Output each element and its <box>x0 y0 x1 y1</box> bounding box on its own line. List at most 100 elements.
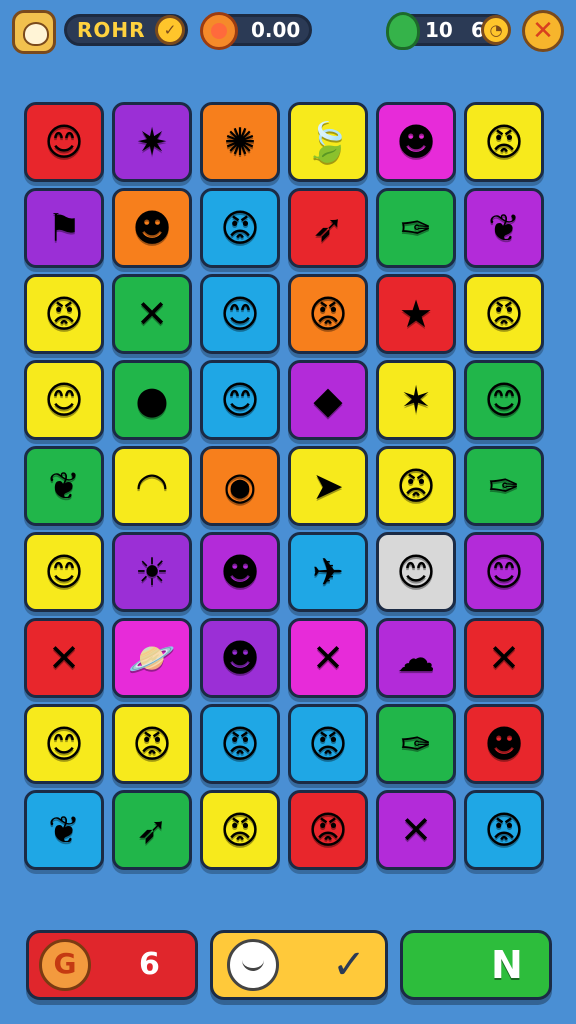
tile[interactable]: 😊 <box>24 532 104 612</box>
sun-face-icon: 😊 <box>44 550 84 594</box>
player-name-pill: ROHR ✓ <box>64 14 188 46</box>
tile[interactable]: 🪐 <box>112 618 192 698</box>
red-sun-face-icon: 😡 <box>220 808 260 852</box>
tile[interactable]: ❦ <box>24 446 104 526</box>
arrow-icon: ➤ <box>312 464 344 508</box>
cross-sword-icon: ✕ <box>136 292 168 336</box>
carrot-icon: ✑ <box>400 206 432 250</box>
tile[interactable]: ✕ <box>464 618 544 698</box>
carrot-icon: ✑ <box>488 464 520 508</box>
tile[interactable]: ☀ <box>112 532 192 612</box>
lives-count: 10 <box>425 18 453 42</box>
tile[interactable]: ☻ <box>200 618 280 698</box>
cross-icon: ✕ <box>400 808 432 852</box>
tile[interactable]: ◠ <box>112 446 192 526</box>
tile[interactable]: 😊 <box>24 102 104 182</box>
tile[interactable]: ✑ <box>376 188 456 268</box>
tile[interactable]: 😡 <box>288 704 368 784</box>
tile[interactable]: ❦ <box>464 188 544 268</box>
sun-icon <box>200 12 238 50</box>
red-sun-face-icon: 😡 <box>484 292 524 336</box>
leaf-icon: 🍃 <box>304 120 352 164</box>
hint-button[interactable]: ✓ <box>210 930 388 1000</box>
green-face-icon: ☻ <box>132 206 172 250</box>
tile[interactable]: ✑ <box>464 446 544 526</box>
tile[interactable]: 🍃 <box>288 102 368 182</box>
tile[interactable]: ✈ <box>288 532 368 612</box>
star-icon: ★ <box>398 292 434 336</box>
tile[interactable]: ✕ <box>376 790 456 870</box>
tile[interactable]: ☻ <box>200 532 280 612</box>
booster-button[interactable]: G 6 <box>26 930 198 1000</box>
tile[interactable]: 😊 <box>376 532 456 612</box>
tile[interactable]: ★ <box>376 274 456 354</box>
tile[interactable]: ◉ <box>200 446 280 526</box>
drop-icon <box>386 12 420 50</box>
sun-face-icon: 😊 <box>44 120 84 164</box>
tile[interactable]: ➶ <box>288 188 368 268</box>
tile[interactable]: 😡 <box>288 274 368 354</box>
tile[interactable]: 😡 <box>200 790 280 870</box>
player-avatar[interactable] <box>12 10 56 54</box>
tile[interactable]: 😡 <box>376 446 456 526</box>
plane-icon: ✈ <box>312 550 344 594</box>
tile[interactable]: ✕ <box>112 274 192 354</box>
tile[interactable]: ✺ <box>200 102 280 182</box>
cross-sword-icon: ✕ <box>312 636 344 680</box>
tile[interactable]: ● <box>112 360 192 440</box>
swirl-icon: G <box>39 939 91 991</box>
tile[interactable]: 😡 <box>464 790 544 870</box>
tile[interactable]: 😊 <box>200 360 280 440</box>
rainbow-icon: ◠ <box>135 464 169 508</box>
tile[interactable]: 😊 <box>24 360 104 440</box>
tile[interactable]: 😡 <box>200 188 280 268</box>
blue-sun-face-icon: ☻ <box>220 550 260 594</box>
cross-icon: ✕ <box>488 636 520 680</box>
blue-blob-icon: ☁ <box>397 636 435 680</box>
tile[interactable]: 😡 <box>112 704 192 784</box>
tile[interactable]: ❦ <box>24 790 104 870</box>
tile[interactable]: 😊 <box>464 532 544 612</box>
tile[interactable]: ☻ <box>112 188 192 268</box>
tile[interactable]: 😊 <box>464 360 544 440</box>
red-sun-face-icon: 😡 <box>308 722 348 766</box>
tile[interactable]: ✕ <box>24 618 104 698</box>
pink-sun-face-icon: 😡 <box>132 722 172 766</box>
tile[interactable]: 😡 <box>288 790 368 870</box>
rocket-icon: ➶ <box>136 808 168 852</box>
tile[interactable]: 😊 <box>24 704 104 784</box>
sun-face-icon: 😊 <box>484 550 524 594</box>
tile[interactable]: ✑ <box>376 704 456 784</box>
tile[interactable]: ✶ <box>376 360 456 440</box>
tile[interactable]: 😡 <box>200 704 280 784</box>
tile[interactable]: 😡 <box>24 274 104 354</box>
next-button[interactable]: N <box>400 930 552 1000</box>
tile[interactable]: 😡 <box>464 274 544 354</box>
coin-icon: ✓ <box>155 15 185 45</box>
bottom-bar: G 6 ✓ N <box>0 926 576 1006</box>
close-button[interactable]: ✕ <box>522 10 564 52</box>
tile[interactable]: ◆ <box>288 360 368 440</box>
tile[interactable]: 😡 <box>464 102 544 182</box>
sun-burst-icon: ☀ <box>134 550 170 594</box>
tile[interactable]: ➤ <box>288 446 368 526</box>
tile[interactable]: 😊 <box>200 274 280 354</box>
check-icon: ✓ <box>332 942 366 988</box>
star-burst-icon: ✷ <box>136 120 168 164</box>
green-face-icon: ☻ <box>220 636 260 680</box>
tile[interactable]: ☻ <box>464 704 544 784</box>
tile[interactable]: ➶ <box>112 790 192 870</box>
smile-icon <box>227 939 279 991</box>
tile[interactable]: ☁ <box>376 618 456 698</box>
tile[interactable]: ✕ <box>288 618 368 698</box>
tile[interactable]: ✷ <box>112 102 192 182</box>
pink-sun-face-icon: 😡 <box>220 722 260 766</box>
blue-face-icon: ☻ <box>396 120 436 164</box>
booster-count: 6 <box>139 947 160 982</box>
carrot-icon: ✑ <box>400 722 432 766</box>
tile[interactable]: ☻ <box>376 102 456 182</box>
game-board: 😊 ✷ ✺ 🍃 ☻ 😡 ⚑ ☻ 😡 ➶ ✑ ❦ 😡 ✕ 😊 😡 ★ 😡 😊 ● 😊 ◆ ✶ 😊 ❦ ◠ ◉ ➤ 😡 ✑ 😊 ☀ ☻ ✈ 😊 😊 ✕ 🪐 ☻ ✕… <box>24 102 552 886</box>
gem-icon: ◆ <box>313 378 343 422</box>
timer-coin-icon: ◔ <box>481 15 511 45</box>
tile[interactable]: ⚑ <box>24 188 104 268</box>
